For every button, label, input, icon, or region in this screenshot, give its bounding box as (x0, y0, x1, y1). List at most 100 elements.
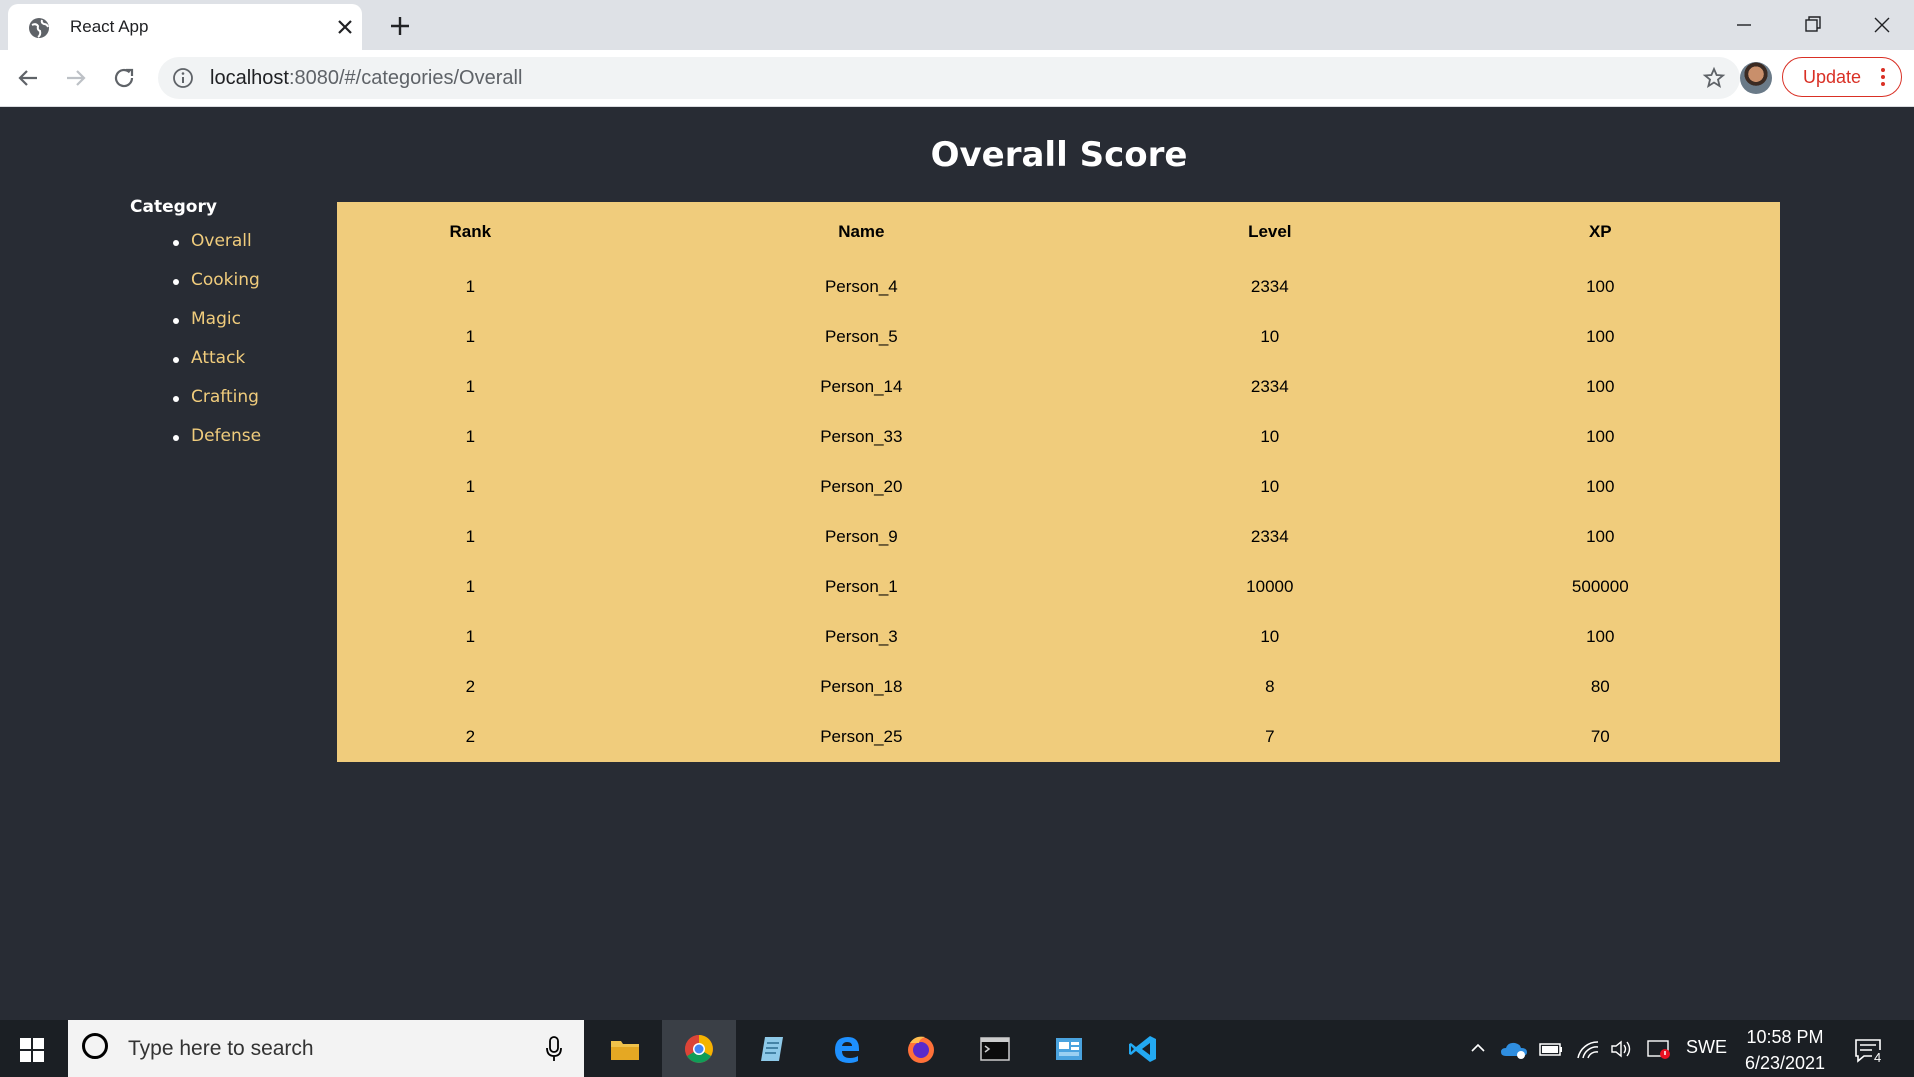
name-cell: Person_14 (820, 377, 903, 396)
level-cell: 10000 (1246, 577, 1294, 596)
level-cell: 8 (1265, 677, 1275, 696)
bullet-icon (173, 357, 179, 363)
language-indicator[interactable]: SWE (1686, 1037, 1727, 1058)
column-header-level: Level (1248, 222, 1292, 241)
browser-tab[interactable]: React App (8, 4, 362, 50)
category-item-cooking: Cooking (130, 270, 330, 309)
xp-cell: 100 (1586, 477, 1615, 496)
wifi-icon[interactable] (1576, 1038, 1600, 1060)
category-link-cooking[interactable]: Cooking (191, 270, 260, 290)
xp-cell: 500000 (1571, 577, 1629, 596)
chrome-app[interactable] (662, 1020, 736, 1077)
control-panel-app[interactable] (1032, 1020, 1106, 1077)
table-header-row: Rank Name Level XP (337, 202, 1780, 262)
xp-cell: 100 (1586, 527, 1615, 546)
rank-cell: 1 (465, 527, 476, 546)
name-cell: Person_33 (820, 427, 903, 446)
file-explorer-app[interactable] (588, 1020, 662, 1077)
table-row: 1 Person_33 10 100 (337, 412, 1780, 462)
category-item-attack: Attack (130, 348, 330, 387)
chevron-up-icon[interactable] (1468, 1038, 1488, 1058)
restore-icon[interactable] (1796, 10, 1828, 40)
rank-cell: 1 (465, 277, 476, 296)
level-cell: 10 (1260, 477, 1280, 496)
xp-cell: 70 (1590, 727, 1610, 746)
cortana-icon (82, 1033, 108, 1059)
firefox-icon (908, 1036, 934, 1063)
rank-cell: 1 (465, 627, 476, 646)
rank-cell: 1 (465, 377, 476, 396)
system-clock[interactable]: 10:58 PM 6/23/2021 (1730, 1024, 1840, 1076)
tab-strip: React App (0, 0, 1914, 50)
edge-icon (835, 1037, 859, 1063)
address-bar[interactable]: localhost:8080/#/categories/Overall (158, 57, 1740, 99)
table-row: 2 Person_25 7 70 (337, 712, 1780, 762)
edge-app[interactable] (810, 1020, 884, 1077)
name-cell: Person_9 (824, 527, 898, 546)
name-cell: Person_20 (820, 477, 903, 496)
table-row: 1 Person_14 2334 100 (337, 362, 1780, 412)
table-row: 1 Person_20 10 100 (337, 462, 1780, 512)
bullet-icon (173, 318, 179, 324)
xp-cell: 100 (1586, 327, 1615, 346)
reload-icon[interactable] (108, 62, 140, 94)
category-link-crafting[interactable]: Crafting (191, 387, 259, 407)
category-link-attack[interactable]: Attack (191, 348, 245, 368)
onedrive-icon[interactable] (1500, 1038, 1528, 1060)
xp-cell: 100 (1586, 427, 1615, 446)
windows-start-icon[interactable] (20, 1038, 44, 1062)
category-link-magic[interactable]: Magic (191, 309, 241, 329)
category-link-defense[interactable]: Defense (191, 426, 261, 446)
xp-cell: 100 (1586, 277, 1615, 296)
taskbar-search[interactable]: Type here to search (68, 1020, 584, 1077)
app-page: Overall Score Category Overall Cooking M… (0, 107, 1914, 1020)
security-alert-icon[interactable] (1646, 1038, 1672, 1060)
category-item-defense: Defense (130, 426, 330, 465)
more-menu-icon[interactable] (1873, 66, 1893, 88)
page-title: Overall Score (930, 135, 1188, 175)
category-item-magic: Magic (130, 309, 330, 348)
name-cell: Person_4 (824, 277, 898, 296)
firefox-app[interactable] (884, 1020, 958, 1077)
microphone-icon[interactable] (544, 1035, 564, 1063)
notepad-icon (761, 1037, 783, 1061)
volume-icon[interactable] (1610, 1038, 1634, 1060)
name-cell: Person_18 (820, 677, 903, 696)
xp-cell: 100 (1586, 377, 1615, 396)
profile-avatar[interactable] (1740, 62, 1772, 94)
info-icon[interactable] (172, 67, 194, 89)
back-arrow-icon[interactable] (12, 62, 44, 94)
rank-cell: 1 (465, 427, 476, 446)
action-center-button[interactable]: 4 (1852, 1034, 1884, 1066)
globe-icon (29, 18, 49, 38)
category-link-overall[interactable]: Overall (191, 231, 252, 251)
bookmark-star-icon[interactable] (1702, 66, 1726, 90)
close-tab-icon[interactable] (333, 15, 357, 39)
notepad-app[interactable] (736, 1020, 810, 1077)
terminal-app[interactable] (958, 1020, 1032, 1077)
new-tab-icon[interactable] (386, 12, 414, 40)
category-list: Overall Cooking Magic Attack Crafting De… (130, 231, 330, 465)
browser-toolbar: localhost:8080/#/categories/Overall Upda… (0, 50, 1914, 107)
level-cell: 10 (1260, 327, 1280, 346)
forward-arrow-icon[interactable] (60, 62, 92, 94)
url-host: localhost (210, 67, 289, 89)
minimize-icon[interactable] (1728, 10, 1760, 40)
windows-taskbar: Type here to search SWE 10:58 PM 6/23/20… (0, 1020, 1914, 1077)
table-row: 1 Person_5 10 100 (337, 312, 1780, 362)
table-row: 1 Person_3 10 100 (337, 612, 1780, 662)
bullet-icon (173, 396, 179, 402)
chrome-icon (685, 1035, 713, 1063)
table-row: 1 Person_9 2334 100 (337, 512, 1780, 562)
url-text: localhost:8080/#/categories/Overall (210, 67, 522, 90)
rank-cell: 1 (465, 477, 476, 496)
folder-icon (611, 1041, 639, 1060)
xp-cell: 100 (1586, 627, 1615, 646)
level-cell: 7 (1265, 727, 1275, 746)
update-button[interactable]: Update (1782, 57, 1902, 97)
battery-icon[interactable] (1538, 1038, 1564, 1060)
score-table: Rank Name Level XP 1 Person_4 2334 100 1… (337, 202, 1780, 762)
bullet-icon (173, 435, 179, 441)
vscode-app[interactable] (1106, 1020, 1180, 1077)
close-window-icon[interactable] (1866, 10, 1898, 40)
